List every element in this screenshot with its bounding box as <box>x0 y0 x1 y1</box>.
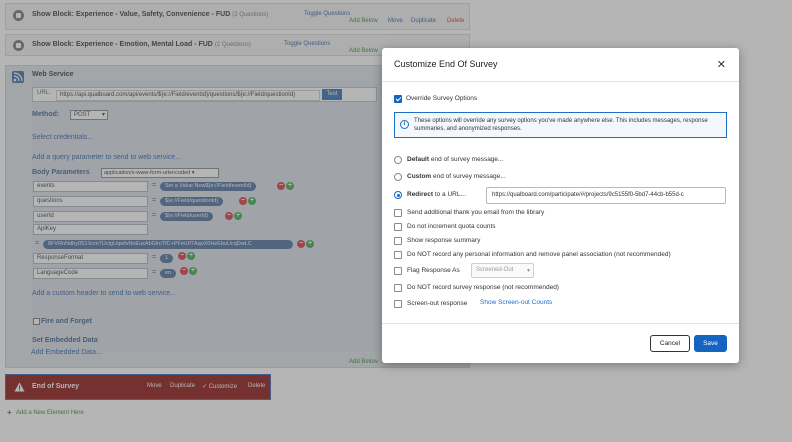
info-box: i These options will override any survey… <box>394 112 727 138</box>
divider <box>382 323 739 324</box>
record-response-checkbox[interactable] <box>394 284 402 292</box>
divider <box>382 81 739 82</box>
flag-response-select[interactable]: Screened-Out ▾ <box>471 263 534 278</box>
customize-end-of-survey-dialog: Customize End Of Survey ✕ Override Surve… <box>382 48 739 363</box>
quota-counts-label: Do not increment quota counts <box>407 223 496 230</box>
override-options-label: Override Survey Options <box>406 95 478 102</box>
personal-info-checkbox[interactable] <box>394 251 402 259</box>
save-button[interactable]: Save <box>694 335 727 352</box>
close-icon[interactable]: ✕ <box>717 58 726 71</box>
cancel-button[interactable]: Cancel <box>650 335 690 352</box>
flag-response-checkbox[interactable] <box>394 267 402 275</box>
radio-default-label: Default end of survey message... <box>407 156 504 163</box>
override-options-checkbox[interactable] <box>394 95 402 103</box>
redirect-url-input[interactable]: https://qualboard.com/participate/#/proj… <box>486 187 726 204</box>
info-icon: i <box>400 120 409 129</box>
record-response-label: Do NOT record survey response (not recom… <box>407 284 559 291</box>
radio-redirect[interactable] <box>394 191 402 199</box>
dialog-title: Customize End Of Survey <box>394 59 498 69</box>
radio-redirect-label: Redirect to a URL... <box>407 191 466 198</box>
response-summary-label: Show response summary <box>407 237 481 244</box>
radio-default[interactable] <box>394 156 402 164</box>
screen-out-checkbox[interactable] <box>394 300 402 308</box>
info-text: These options will override any survey o… <box>414 118 708 132</box>
personal-info-label: Do NOT record any personal information a… <box>407 251 671 258</box>
thank-you-email-label: Send additional thank you email from the… <box>407 209 545 216</box>
show-screen-out-counts-link[interactable]: Show Screen-out Counts <box>480 299 552 306</box>
thank-you-email-checkbox[interactable] <box>394 209 402 217</box>
radio-custom[interactable] <box>394 173 402 181</box>
flag-response-label: Flag Response As <box>407 267 460 274</box>
screen-out-label: Screen-out response <box>407 300 468 307</box>
quota-counts-checkbox[interactable] <box>394 223 402 231</box>
response-summary-checkbox[interactable] <box>394 237 402 245</box>
radio-custom-label: Custom end of survey message... <box>407 173 506 180</box>
chevron-down-icon: ▾ <box>526 268 530 274</box>
